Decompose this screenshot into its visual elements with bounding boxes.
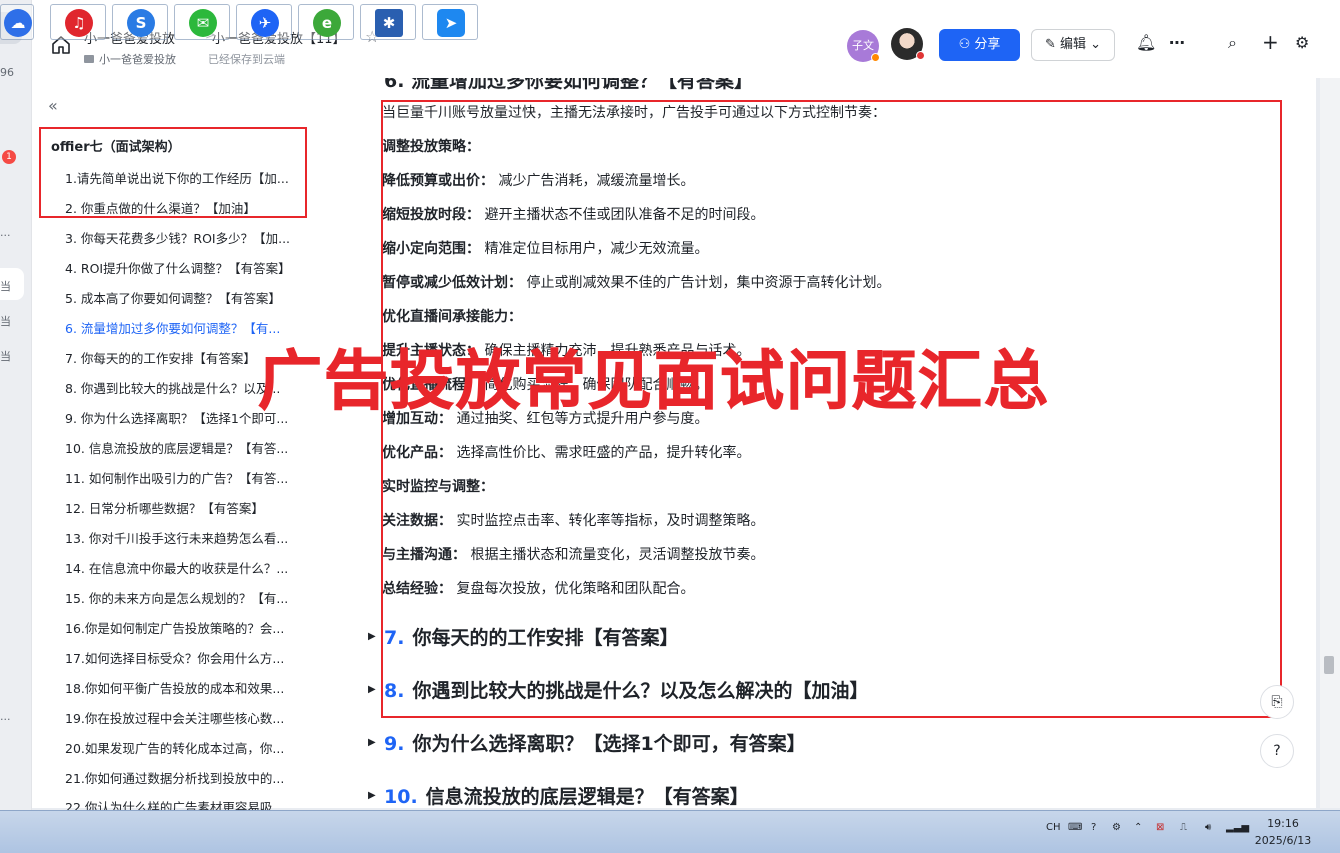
outline-item[interactable]: 20.如果发现广告的转化成本过高，你... (65, 738, 355, 757)
feishu-icon[interactable]: ✈ (236, 4, 292, 40)
section-heading-9[interactable]: 9. 你为什么选择离职？【选择1个即可，有答案】 (384, 729, 806, 756)
help-tray-icon[interactable]: ? (1091, 822, 1096, 833)
app-root: 96 1 ... 当 当 当 ... 小一爸爸爱投放 > 小一爸爸爱投放【11】… (0, 0, 1340, 853)
chevron-down-icon: ⌄ (1086, 37, 1102, 52)
netease-music-icon[interactable]: ♫ (50, 4, 106, 40)
tray-expand-icon[interactable]: ⌃ (1134, 822, 1142, 833)
share-label: 分享 (974, 37, 1001, 52)
avatar-photo[interactable] (891, 28, 925, 60)
outline-item[interactable]: 19.你在投放过程中会关注哪些核心数... (65, 708, 355, 727)
strip-label-5: ... (0, 710, 11, 723)
strip-label-2[interactable]: 当 (0, 278, 11, 294)
expand-triangle-icon[interactable]: ▶ (368, 737, 376, 748)
ie-browser-icon[interactable]: e (298, 4, 354, 40)
app-blue-icon[interactable]: ✱ (360, 4, 416, 40)
folder-name: 小一爸爸爱投放 (99, 53, 176, 66)
gear-icon[interactable]: ⚙ (1295, 33, 1309, 52)
keyboard-icon[interactable]: ⌨ (1068, 822, 1082, 833)
app-orange-icon[interactable]: ➤ (422, 4, 478, 40)
help-icon[interactable]: ? (1260, 734, 1294, 768)
usb-icon[interactable]: ⎍ (1180, 822, 1187, 833)
settings-tray-icon[interactable]: ⚙ (1112, 822, 1121, 833)
annotation-box-outline (39, 127, 307, 218)
outline-item[interactable]: 17.如何选择目标受众？你会用什么方... (65, 648, 355, 667)
expand-triangle-icon[interactable]: ▶ (368, 631, 376, 642)
users-icon: ⚇ (958, 37, 975, 52)
edit-button[interactable]: ✎ 编辑 ⌄ (1031, 29, 1115, 61)
outline-item[interactable]: 13. 你对千川投手这行未来趋势怎么看... (65, 528, 355, 547)
outline-item[interactable]: 15. 你的未来方向是怎么规划的？【有... (65, 588, 355, 607)
folder-icon (84, 55, 94, 63)
scroll-thumb[interactable] (1324, 656, 1334, 674)
outline-item[interactable]: 3. 你每天花费多少钱？ROI多少？【加... (65, 228, 355, 247)
sogou-icon[interactable]: S (112, 4, 168, 40)
scrollbar[interactable] (1320, 78, 1340, 808)
strip-count: 96 (0, 66, 14, 79)
outline-item[interactable]: 18.你如何平衡广告投放的成本和效果... (65, 678, 355, 697)
left-app-strip: 96 1 ... 当 当 当 ... (0, 0, 32, 810)
more-icon[interactable]: ⋯ (1169, 33, 1185, 52)
folder-path[interactable]: 小一爸爸爱投放 (84, 51, 176, 67)
collapse-icon[interactable]: « (48, 96, 58, 115)
pencil-icon: ✎ (1044, 37, 1060, 52)
outline-item[interactable]: 12. 日常分析哪些数据？【有答案】 (65, 498, 355, 517)
strip-label-1: ... (0, 226, 11, 239)
edit-label: 编辑 (1059, 37, 1086, 52)
outline-item[interactable]: 4. ROI提升你做了什么调整？【有答案】 (65, 258, 355, 277)
bell-icon[interactable]: 🔔︎ (1136, 33, 1156, 52)
expand-triangle-icon[interactable]: ▶ (368, 790, 376, 801)
save-status: 已经保存到云端 (208, 53, 285, 66)
expand-triangle-icon[interactable]: ▶ (368, 684, 376, 695)
outline-item[interactable]: 14. 在信息流中你最大的收获是什么？... (65, 558, 355, 577)
cut-heading: 6. 流量增加过多你要如何调整？【有答案】 (384, 78, 754, 92)
section-heading-10[interactable]: 10. 信息流投放的底层逻辑是？【有答案】 (384, 782, 749, 808)
baidu-netdisk-icon[interactable]: ☁ (0, 4, 34, 40)
avatar-status-dot (916, 51, 925, 60)
tray-language[interactable]: CH (1046, 822, 1061, 833)
outline-item[interactable]: 11. 如何制作出吸引力的广告？【有答... (65, 468, 355, 487)
avatar-status-dot (871, 53, 880, 62)
outline-item[interactable]: 5. 成本高了你要如何调整？【有答案】 (65, 288, 355, 307)
share-button[interactable]: ⚇ 分享 (939, 29, 1020, 61)
outline-item[interactable]: 16.你是如何制定广告投放策略的？会... (65, 618, 355, 637)
wechat-icon[interactable]: ✉ (174, 4, 230, 40)
notification-badge: 1 (2, 150, 16, 164)
volume-icon[interactable]: 🔊︎ (1205, 822, 1211, 833)
copy-link-icon[interactable]: ⎘ (1260, 685, 1294, 719)
strip-label-4[interactable]: 当 (0, 348, 11, 364)
clock-time: 19:16 (1267, 817, 1299, 830)
strip-label-3[interactable]: 当 (0, 313, 11, 329)
search-icon[interactable]: ⌕ (1228, 33, 1237, 53)
clock-date: 2025/6/13 (1254, 834, 1312, 847)
plus-icon[interactable]: + (1262, 30, 1279, 54)
outline-item[interactable]: 10. 信息流投放的底层逻辑是？【有答... (65, 438, 355, 457)
outline-item[interactable]: 21.你如何通过数据分析找到投放中的... (65, 768, 355, 787)
overlay-title: 广告投放常见面试问题汇总 (258, 345, 1050, 420)
avatar[interactable]: 子文 (847, 30, 880, 62)
avatar-text: 子文 (852, 39, 874, 52)
system-clock[interactable]: 19:16 2025/6/13 (1238, 815, 1328, 849)
network-icon[interactable]: ⊠ (1156, 822, 1164, 833)
